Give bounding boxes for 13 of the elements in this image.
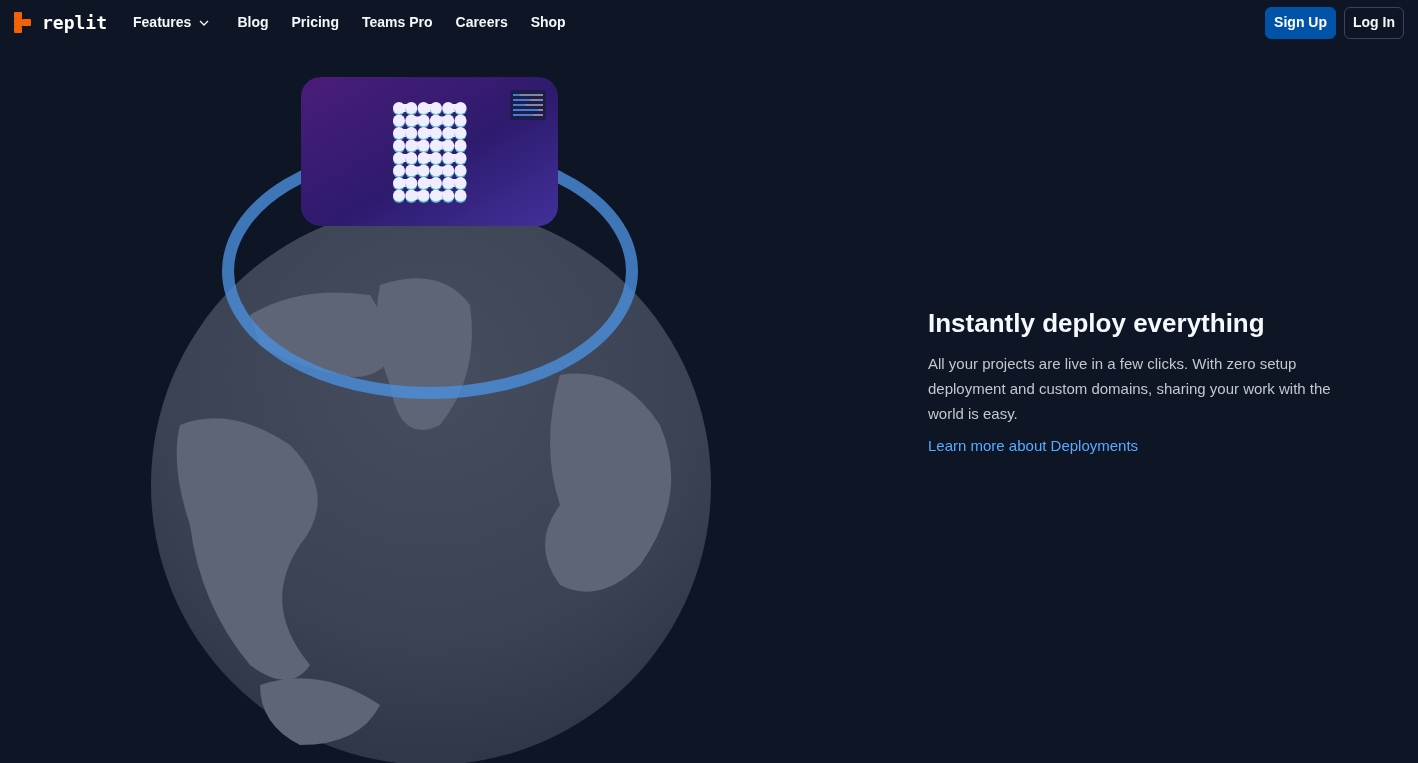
deployments-link[interactable]: Learn more about Deployments [928, 435, 1139, 458]
nav-link[interactable]: Blog [237, 12, 269, 33]
nav-link[interactable]: Teams Pro [361, 12, 433, 33]
logo-icon[interactable] [14, 11, 34, 34]
logo-wordmark[interactable]: replit [42, 13, 108, 32]
nav-button[interactable]: Sign Up [1265, 6, 1336, 39]
nav-link[interactable]: Careers [455, 12, 508, 33]
nav-link[interactable]: Pricing [291, 12, 339, 33]
hero-description: All your projects are live in a few clicks. With zero setup deployment and custom domains, sharing your work with the world is easy. [928, 354, 1332, 424]
nav-link[interactable]: Features [133, 12, 210, 33]
nav-link[interactable]: Shop [530, 12, 566, 33]
nav-button[interactable]: Log In [1344, 6, 1404, 39]
hero-heading: Instantly deploy everything [928, 307, 1266, 339]
